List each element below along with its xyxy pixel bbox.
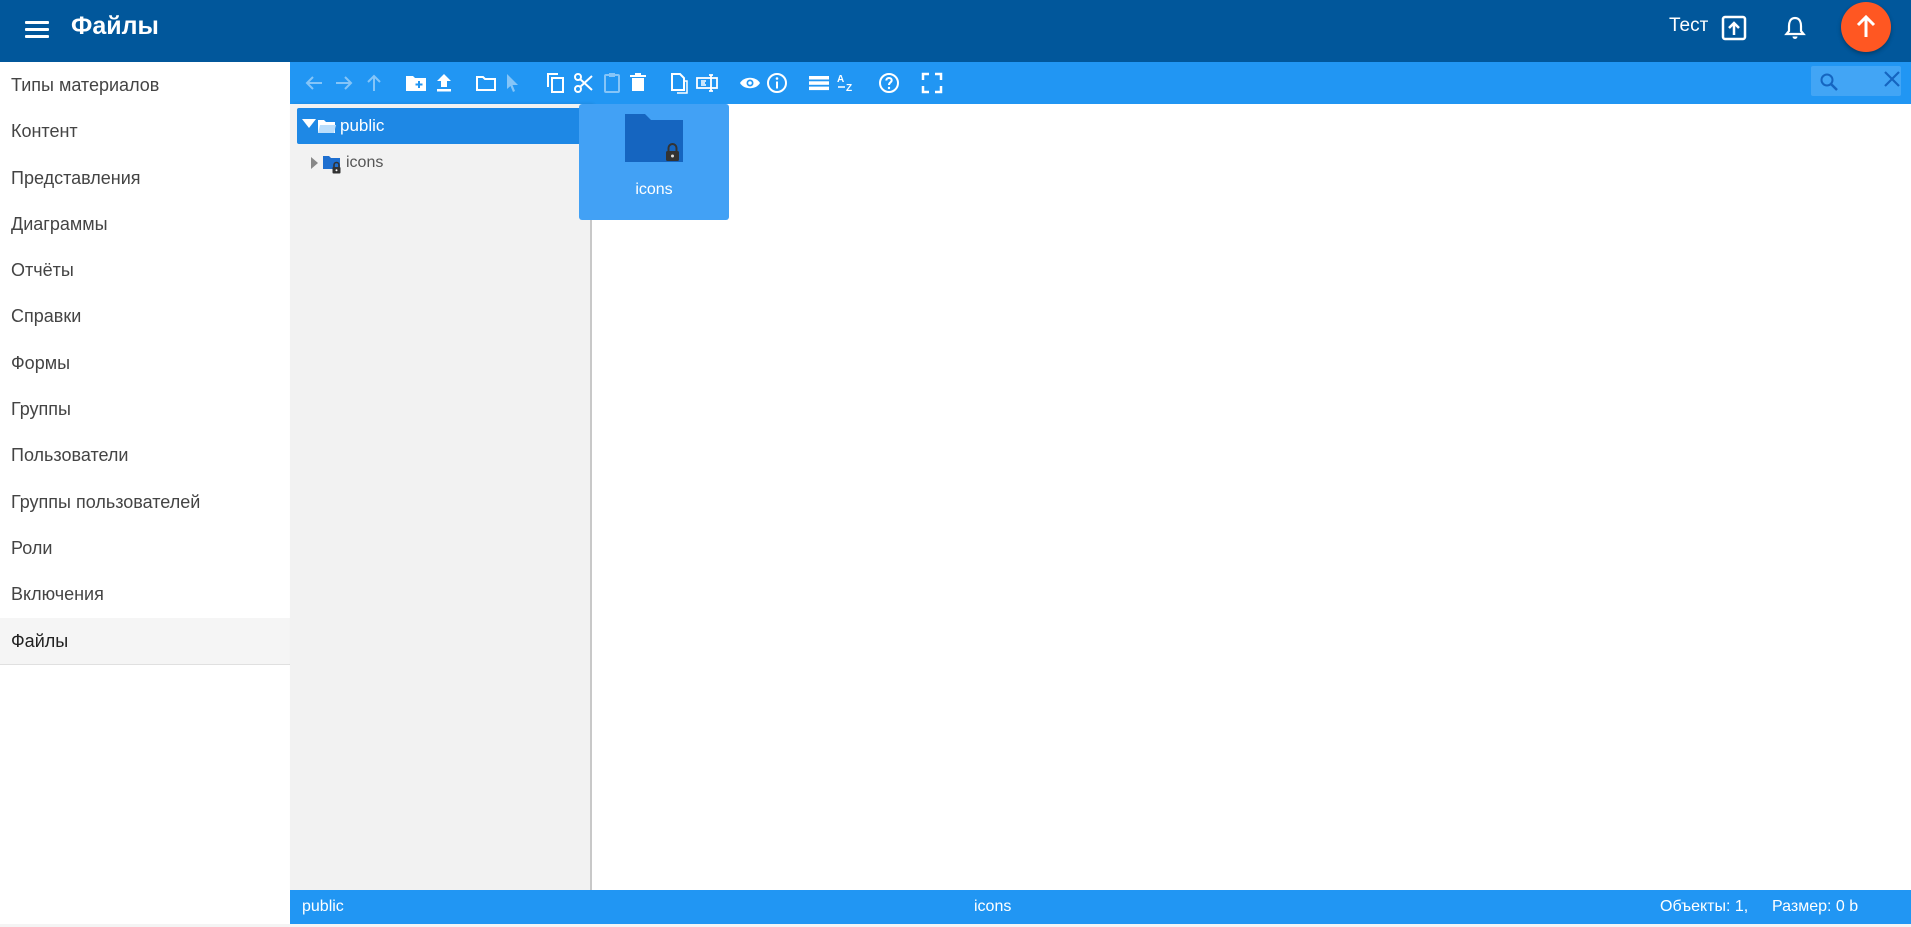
svg-text:Z: Z xyxy=(846,83,852,94)
sidebar-item-includes[interactable]: Включения xyxy=(0,571,290,617)
file-item-icons[interactable]: icons xyxy=(579,104,729,220)
paste-icon[interactable] xyxy=(600,71,624,95)
upload-icon[interactable] xyxy=(432,71,456,95)
file-list xyxy=(592,104,1911,890)
locked-folder-icon xyxy=(625,114,683,162)
search-icon xyxy=(1820,73,1838,91)
file-manager: AZ public icons icons public icons Объек… xyxy=(290,62,1911,924)
help-icon[interactable] xyxy=(877,71,901,95)
sidebar-item-diagrams[interactable]: Диаграммы xyxy=(0,201,290,247)
close-icon[interactable] xyxy=(1882,69,1902,89)
folder-tree: public icons xyxy=(290,104,592,890)
logout-icon[interactable] xyxy=(1720,14,1750,44)
fullscreen-icon[interactable] xyxy=(920,71,944,95)
sidebar-item-material-types[interactable]: Типы материалов xyxy=(0,62,290,108)
sidebar-item-roles[interactable]: Роли xyxy=(0,525,290,571)
select-icon[interactable] xyxy=(500,71,524,95)
tree-item-label: public xyxy=(340,116,385,135)
sidebar-item-user-groups[interactable]: Группы пользователей xyxy=(0,479,290,525)
list-view-icon[interactable] xyxy=(807,71,831,95)
scroll-up-button[interactable] xyxy=(1841,2,1891,52)
sidebar-empty-area xyxy=(0,672,291,927)
sidebar-item-reports[interactable]: Отчёты xyxy=(0,247,290,293)
folder-open-icon xyxy=(318,120,336,133)
forward-icon[interactable] xyxy=(332,71,356,95)
duplicate-icon[interactable] xyxy=(667,71,691,95)
menu-icon[interactable] xyxy=(22,15,54,47)
status-selected: icons xyxy=(974,898,1012,915)
rename-icon[interactable] xyxy=(695,71,719,95)
sidebar-item-files[interactable]: Файлы xyxy=(0,617,290,665)
caret-right-icon[interactable] xyxy=(311,157,318,169)
status-size: Размер: 0 b xyxy=(1772,898,1859,915)
tree-item-public[interactable]: public xyxy=(297,108,585,144)
page-title: Файлы xyxy=(71,12,159,40)
sidebar-nav: Типы материалов Контент Представления Ди… xyxy=(0,62,291,672)
sidebar-item-content[interactable]: Контент xyxy=(0,108,290,154)
tree-item-label: icons xyxy=(346,154,384,171)
up-icon[interactable] xyxy=(362,71,386,95)
sidebar-item-groups[interactable]: Группы xyxy=(0,386,290,432)
file-manager-toolbar: AZ xyxy=(290,62,1911,104)
sidebar-item-views[interactable]: Представления xyxy=(0,155,290,201)
app-bar: Файлы Тест xyxy=(0,0,1911,62)
preview-icon[interactable] xyxy=(738,71,762,95)
caret-down-icon[interactable] xyxy=(302,119,316,128)
file-item-label: icons xyxy=(635,181,673,198)
new-folder-icon[interactable] xyxy=(404,71,428,95)
status-bar: public icons Объекты: 1, Размер: 0 b xyxy=(290,890,1911,924)
user-name[interactable]: Тест xyxy=(1669,16,1708,36)
open-folder-icon[interactable] xyxy=(474,71,498,95)
sidebar-item-forms[interactable]: Формы xyxy=(0,340,290,386)
status-path: public xyxy=(302,898,344,915)
tree-item-icons[interactable]: icons xyxy=(308,148,568,178)
sort-icon[interactable]: AZ xyxy=(835,71,859,95)
info-icon[interactable] xyxy=(765,71,789,95)
status-count: Объекты: 1, xyxy=(1660,898,1749,915)
copy-icon[interactable] xyxy=(543,71,567,95)
svg-text:A: A xyxy=(837,74,844,85)
locked-folder-icon xyxy=(323,156,341,174)
cut-icon[interactable] xyxy=(572,71,596,95)
sidebar-item-users[interactable]: Пользователи xyxy=(0,432,290,478)
back-icon[interactable] xyxy=(302,71,326,95)
sidebar-item-references[interactable]: Справки xyxy=(0,293,290,339)
bell-icon[interactable] xyxy=(1781,14,1811,44)
delete-icon[interactable] xyxy=(626,71,650,95)
arrow-up-icon xyxy=(1856,14,1876,37)
